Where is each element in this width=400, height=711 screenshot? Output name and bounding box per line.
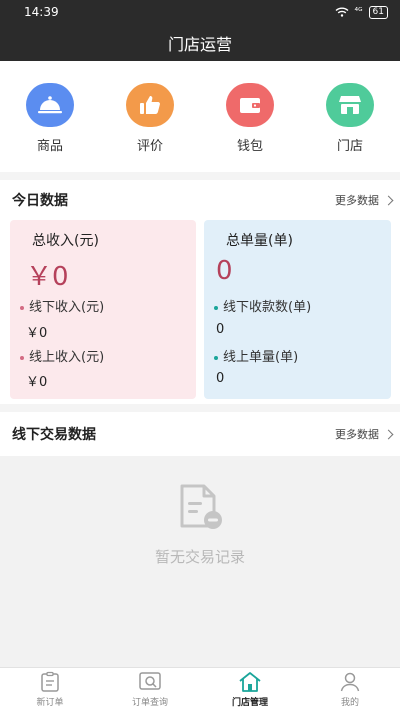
- tab-label-new-orders: 新订单: [36, 698, 64, 708]
- income-total: ￥0: [26, 262, 69, 292]
- wifi-icon: [335, 7, 349, 17]
- page-title: 门店运营: [167, 34, 232, 54]
- offline-title: 线下交易数据: [12, 427, 96, 443]
- tab-order-search[interactable]: 订单查询: [100, 668, 200, 711]
- offline-income-label: 线下收入(元): [20, 296, 104, 315]
- offline-header: 线下交易数据 更多数据: [0, 412, 400, 456]
- income-title: 总收入(元): [32, 233, 99, 249]
- tab-store-management[interactable]: 门店管理: [200, 668, 300, 711]
- thumbs-up-icon: [126, 83, 174, 127]
- signal-icon: ⁴ᴳ: [354, 7, 363, 17]
- today-title: 今日数据: [12, 193, 68, 209]
- bottom-tab-bar: 新订单 订单查询 门店管理 我的: [0, 667, 400, 711]
- storefront-icon: [326, 83, 374, 127]
- orders-total: 0: [216, 256, 233, 286]
- offline-orders-label: 线下收款数(单): [214, 296, 311, 315]
- today-more-label: 更多数据: [335, 194, 379, 207]
- offline-section: 线下交易数据 更多数据 暂无交易记录: [0, 412, 400, 667]
- quick-label-wallet: 钱包: [236, 139, 263, 154]
- tab-label-profile: 我的: [340, 698, 359, 708]
- offline-orders-text: 线下收款数(单): [223, 300, 312, 315]
- online-orders-label: 线上单量(单): [214, 346, 298, 365]
- orders-title: 总单量(单): [226, 233, 293, 249]
- tab-new-orders[interactable]: 新订单: [0, 668, 100, 711]
- tab-label-order-search: 订单查询: [131, 698, 168, 708]
- online-income-value: ￥0: [26, 375, 48, 390]
- today-data-section: 今日数据 更多数据 总收入(元) ￥0 线下收入(元) ￥0 线上收入(元) ￥…: [0, 180, 400, 404]
- offline-more-button[interactable]: 更多数据: [335, 426, 394, 442]
- chevron-right-icon: [383, 429, 394, 439]
- orders-card[interactable]: 总单量(单) 0 线下收款数(单) 0 线上单量(单) 0: [204, 220, 391, 399]
- wallet-icon: [226, 83, 274, 127]
- quick-item-store[interactable]: 门店: [310, 83, 390, 154]
- bullet-icon: [20, 305, 24, 310]
- empty-text: 暂无交易记录: [154, 548, 245, 566]
- app-bar: 门店运营: [0, 24, 400, 61]
- offline-orders-value: 0: [216, 322, 225, 337]
- profile-icon: [340, 672, 360, 692]
- empty-state: 暂无交易记录: [0, 456, 400, 667]
- quick-label-reviews: 评价: [136, 139, 163, 154]
- chevron-right-icon: [383, 195, 394, 205]
- home-icon: [239, 672, 261, 692]
- income-card[interactable]: 总收入(元) ￥0 线下收入(元) ￥0 线上收入(元) ￥0: [10, 220, 196, 399]
- empty-document-icon: [180, 484, 222, 529]
- bullet-icon: [214, 355, 218, 360]
- quick-label-store: 门店: [336, 139, 363, 154]
- today-header: 今日数据 更多数据: [0, 180, 400, 220]
- online-orders-value: 0: [216, 371, 225, 386]
- offline-more-label: 更多数据: [335, 428, 379, 441]
- offline-income-text: 线下收入(元): [29, 300, 105, 315]
- status-icons: ⁴ᴳ 61: [335, 5, 388, 19]
- quick-label-products: 商品: [36, 139, 63, 154]
- status-time: 14:39: [24, 5, 59, 19]
- order-search-icon: [139, 672, 161, 690]
- quick-item-reviews[interactable]: 评价: [110, 83, 190, 154]
- bullet-icon: [20, 355, 24, 360]
- clipboard-icon: [41, 671, 59, 692]
- offline-income-value: ￥0: [26, 326, 48, 341]
- status-bar: 14:39 ⁴ᴳ 61: [0, 0, 400, 24]
- quick-actions: 商品 评价 钱包 门店: [0, 61, 400, 172]
- quick-item-wallet[interactable]: 钱包: [210, 83, 290, 154]
- tab-label-store-management: 门店管理: [231, 698, 268, 708]
- battery-icon: 61: [368, 5, 388, 19]
- today-more-button[interactable]: 更多数据: [335, 192, 394, 208]
- quick-item-products[interactable]: 商品: [10, 83, 90, 154]
- online-orders-text: 线上单量(单): [223, 350, 299, 365]
- tab-profile[interactable]: 我的: [300, 668, 400, 711]
- bullet-icon: [214, 305, 218, 310]
- online-income-label: 线上收入(元): [20, 346, 104, 365]
- online-income-text: 线上收入(元): [29, 350, 105, 365]
- cloche-icon: [26, 83, 74, 127]
